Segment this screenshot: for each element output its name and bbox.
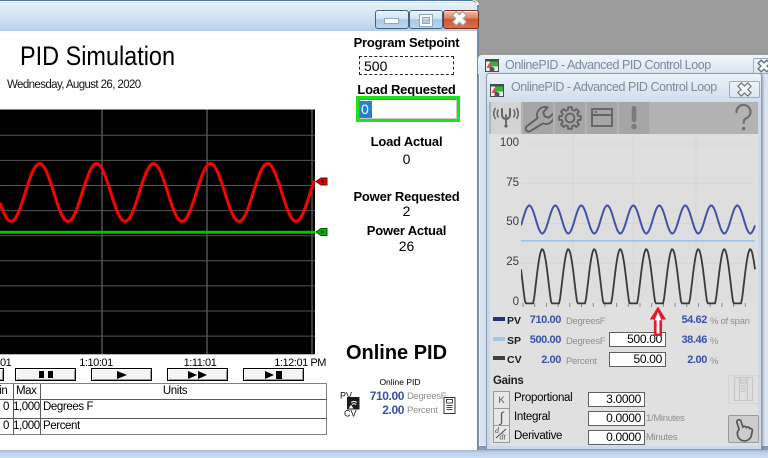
svg-text:dt: dt	[500, 433, 507, 442]
